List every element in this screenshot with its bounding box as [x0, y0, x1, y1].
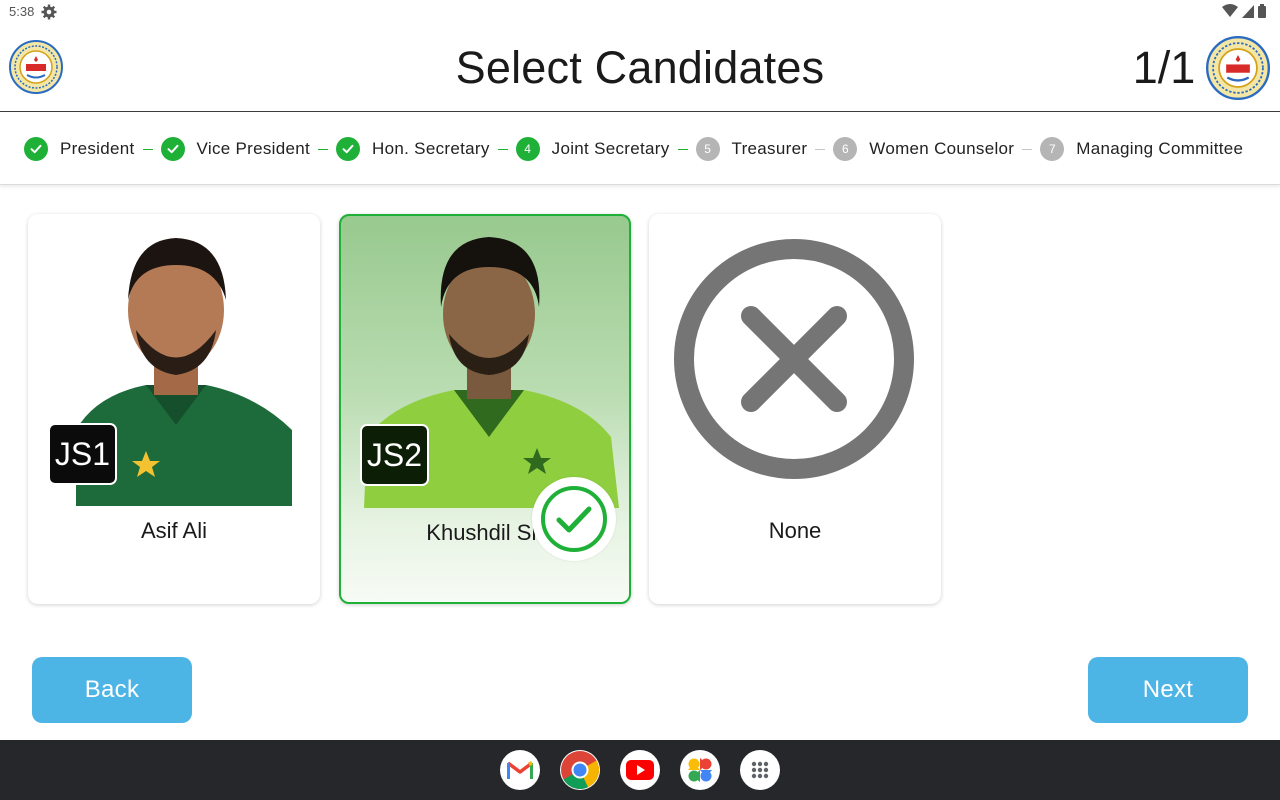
step-label: Joint Secretary	[551, 139, 670, 158]
youtube-icon[interactable]	[620, 750, 660, 790]
selected-check-icon	[532, 477, 616, 561]
step-number: 4	[515, 137, 540, 161]
step-number: 7	[1040, 137, 1065, 161]
status-bar: 5:38	[0, 0, 1280, 24]
step-item: 6 Women Counselor	[833, 137, 1014, 161]
candidate-code-badge: JS2	[360, 424, 429, 486]
candidate-card-none[interactable]: None	[649, 214, 941, 604]
step-item: 7 Managing Committee	[1040, 137, 1243, 161]
step-connector	[1022, 148, 1033, 150]
step-connector	[318, 148, 329, 150]
back-button[interactable]: Back	[32, 657, 192, 723]
step-number: 6	[833, 137, 858, 161]
page-title: Select Candidates	[455, 42, 825, 93]
none-cross-icon	[674, 239, 914, 479]
step-number: 5	[695, 137, 720, 161]
taskbar	[0, 740, 1280, 800]
signal-icon	[1242, 4, 1254, 18]
step-done-check-icon	[24, 137, 48, 161]
candidate-card-js2[interactable]: JS2 Khushdil Sh	[339, 214, 631, 604]
candidate-card-js1[interactable]: JS1 Asif Ali	[28, 214, 320, 604]
step-label: Women Counselor	[869, 139, 1015, 158]
step-connector	[497, 148, 508, 150]
step-item: Hon. Secretary	[336, 137, 490, 161]
app-drawer-icon[interactable]	[740, 750, 780, 790]
wifi-icon	[1222, 4, 1238, 17]
status-icons	[1222, 4, 1266, 18]
candidate-code-badge: JS1	[48, 423, 117, 485]
stepper-steps: President Vice President Hon. Secretary 4 Jo…	[24, 137, 1243, 161]
step-connector	[677, 148, 688, 150]
step-item: President	[24, 137, 135, 161]
step-label: Treasurer	[731, 139, 808, 158]
position-stepper: President Vice President Hon. Secretary 4 Jo…	[0, 113, 1280, 185]
step-item: 4 Joint Secretary	[515, 137, 670, 161]
candidate-name: None	[768, 518, 822, 543]
chrome-icon[interactable]	[560, 750, 600, 790]
photos-icon[interactable]	[680, 750, 720, 790]
candidate-name: Asif Ali	[140, 518, 208, 543]
association-logo-right	[1206, 36, 1270, 100]
step-done-check-icon	[336, 137, 361, 161]
header: Select Candidates 1/1	[0, 24, 1280, 112]
gmail-icon[interactable]	[500, 750, 540, 790]
step-connector	[142, 148, 153, 150]
status-time: 5:38	[9, 4, 35, 19]
battery-icon	[1258, 4, 1266, 18]
ballot-counter: 1/1	[1132, 42, 1196, 93]
step-item: 5 Treasurer	[695, 137, 808, 161]
step-label: Hon. Secretary	[372, 139, 490, 158]
step-label: Managing Committee	[1076, 139, 1244, 158]
next-button[interactable]: Next	[1088, 657, 1248, 723]
settings-gear-icon	[41, 4, 57, 20]
step-connector	[815, 148, 826, 150]
step-item: Vice President	[160, 137, 311, 161]
step-label: Vice President	[196, 139, 311, 158]
step-done-check-icon	[160, 137, 185, 161]
step-label: President	[60, 139, 135, 158]
